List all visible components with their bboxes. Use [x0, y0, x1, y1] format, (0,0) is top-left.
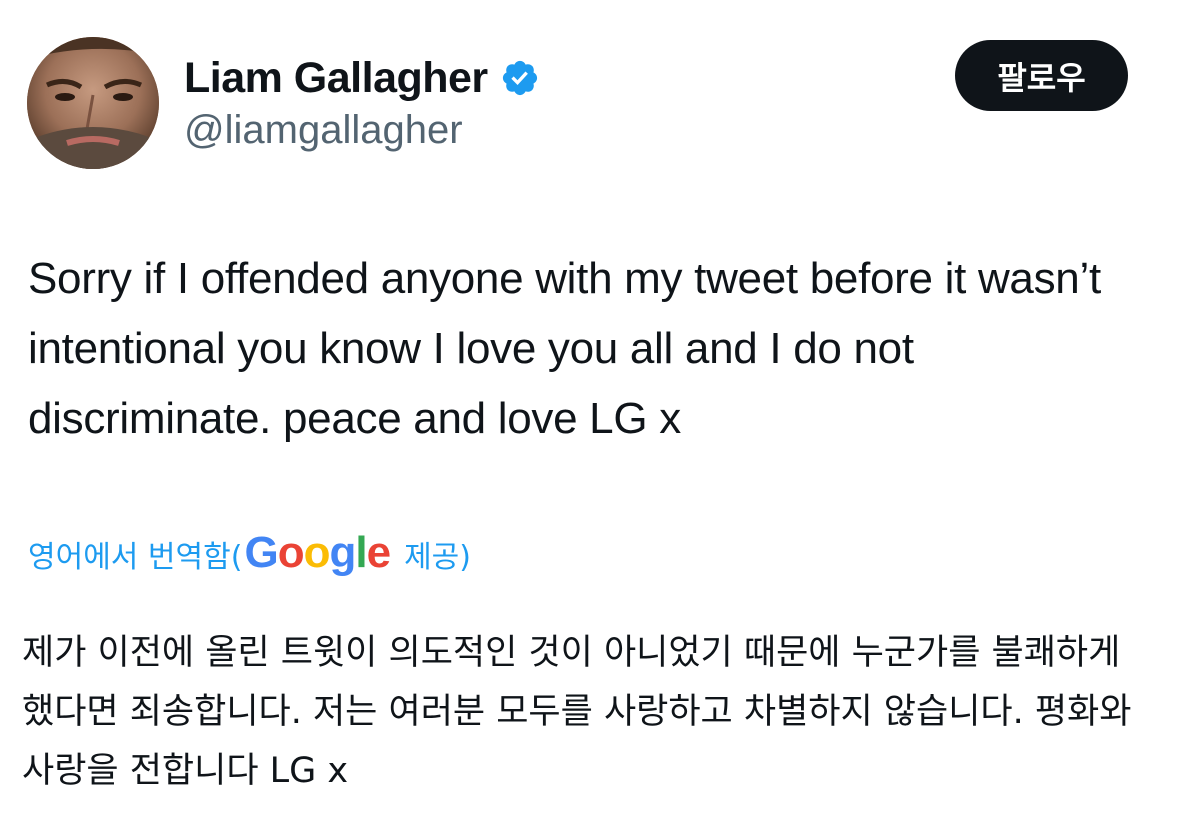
avatar-photo	[27, 37, 159, 169]
display-name[interactable]: Liam Gallagher	[184, 54, 488, 103]
tweet-text: Sorry if I offended anyone with my tweet…	[28, 254, 1101, 443]
verified-badge-icon	[502, 60, 537, 96]
translation-suffix: 제공)	[404, 540, 471, 575]
author-name-row[interactable]: Liam Gallagher	[184, 50, 540, 106]
google-logo: Google	[244, 528, 391, 577]
translation-prefix: 영어에서 번역함(	[28, 540, 243, 575]
translation-attribution[interactable]: 영어에서 번역함( Google 제공)	[28, 526, 471, 582]
author-handle[interactable]: @liamgallagher	[184, 108, 463, 153]
translated-text: 제가 이전에 올린 트윗이 의도적인 것이 아니었기 때문에 누군가를 불쾌하게…	[22, 633, 1132, 791]
avatar[interactable]	[27, 37, 159, 169]
follow-button[interactable]: 팔로우	[955, 40, 1128, 111]
